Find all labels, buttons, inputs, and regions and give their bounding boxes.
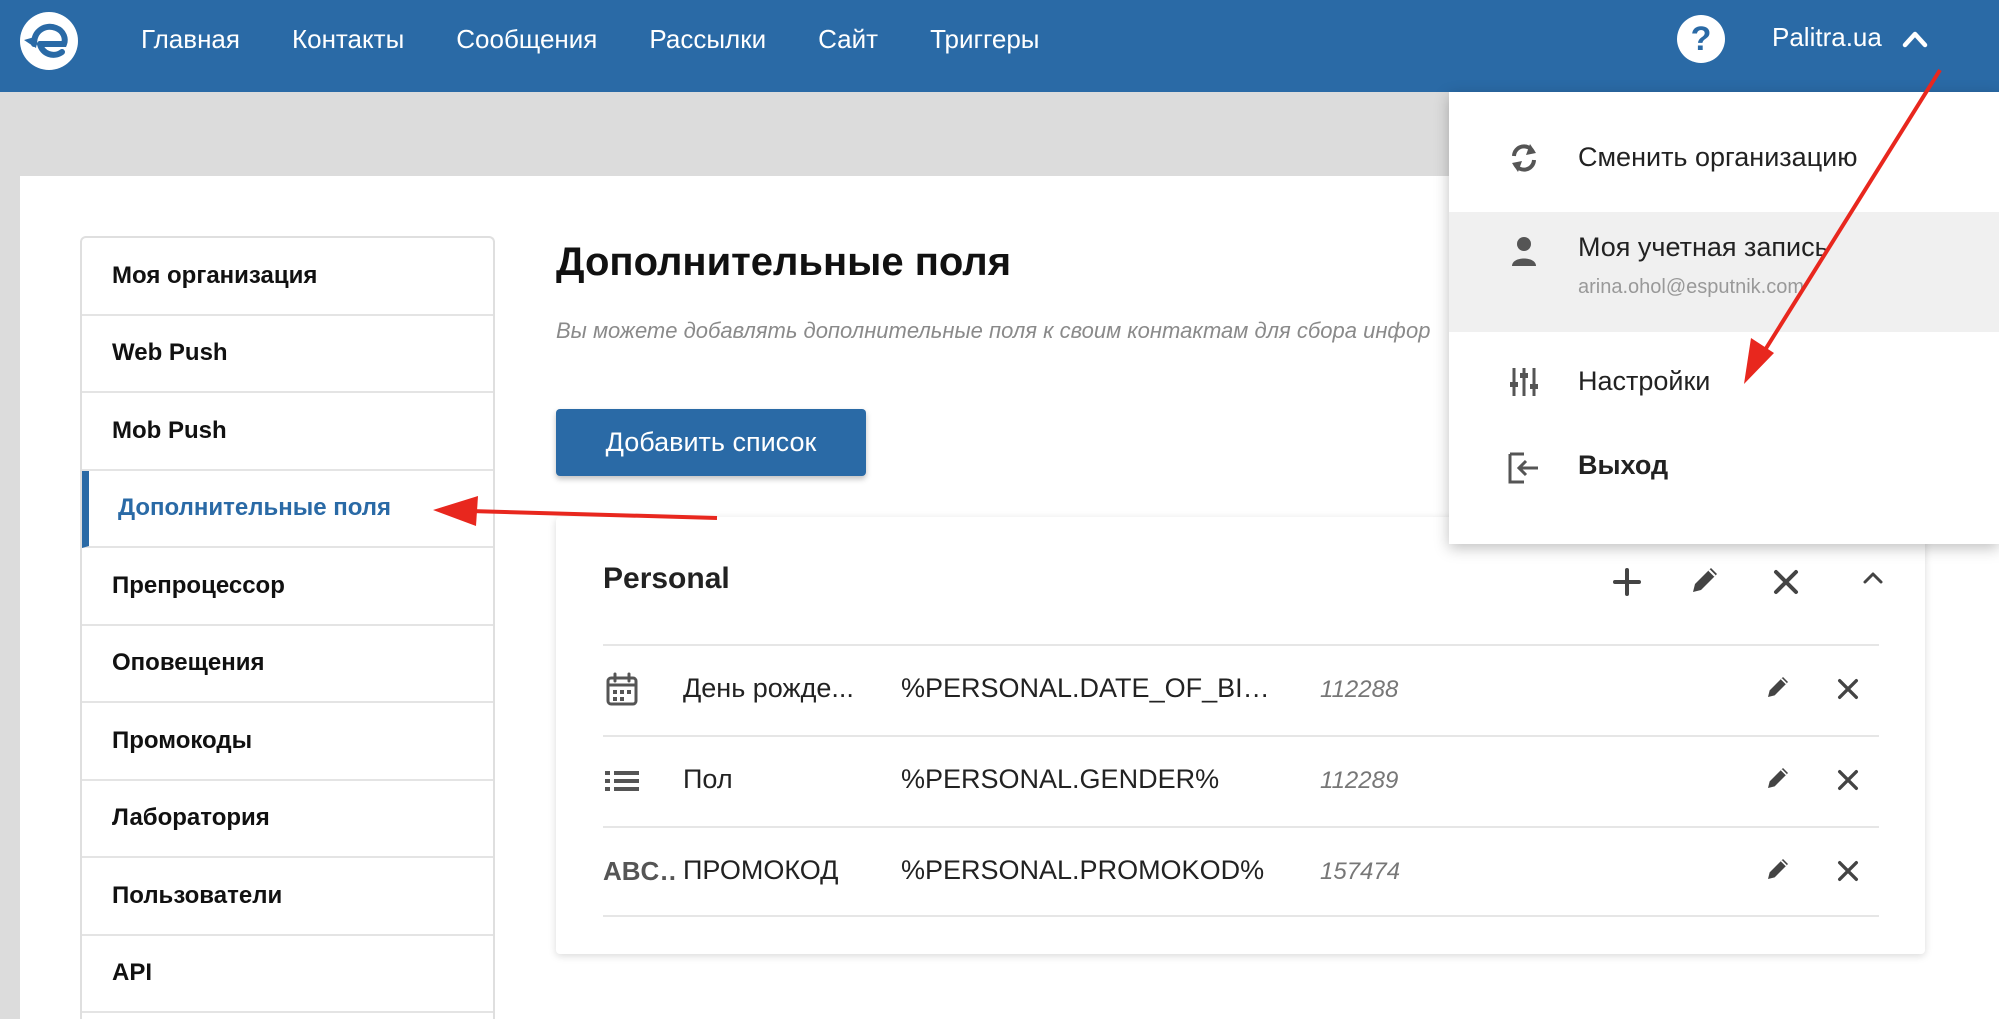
close-icon[interactable] — [1833, 856, 1863, 886]
list-icon — [605, 771, 639, 791]
field-group-panel: Personal День рожде... %PERSONAL.DATE_OF… — [556, 517, 1925, 954]
menu-item-switch-organization[interactable]: Сменить организацию — [1449, 112, 1999, 204]
field-name: День рожде... — [683, 673, 854, 703]
sliders-icon — [1510, 368, 1538, 396]
pencil-icon[interactable] — [1763, 763, 1793, 793]
sidebar-item-laboratory[interactable]: Лаборатория — [82, 781, 493, 858]
nav-contacts[interactable]: Контакты — [292, 24, 404, 55]
menu-item-label: Моя учетная запись — [1578, 232, 1829, 262]
field-row: Пол %PERSONAL.GENDER% 112289 — [603, 735, 1879, 826]
menu-item-settings[interactable]: Настройки — [1449, 342, 1999, 424]
user-icon — [1512, 237, 1536, 266]
nav-messages[interactable]: Сообщения — [456, 24, 597, 55]
sidebar-item-additional-fields[interactable]: Дополнительные поля — [82, 470, 493, 548]
page-title: Дополнительные поля — [556, 240, 1012, 284]
main-nav: Главная Контакты Сообщения Рассылки Сайт… — [141, 0, 1039, 78]
menu-item-label: Настройки — [1578, 366, 1711, 396]
sidebar-item-users[interactable]: Пользователи — [82, 858, 493, 936]
page-description: Вы можете добавлять дополнительные поля … — [556, 318, 1431, 343]
field-id: 112288 — [1320, 676, 1399, 703]
sidebar-item-preprocessor[interactable]: Препроцессор — [82, 548, 493, 626]
menu-item-logout[interactable]: Выход — [1449, 424, 1999, 510]
help-icon[interactable]: ? — [1677, 15, 1725, 63]
pencil-icon[interactable] — [1687, 562, 1723, 598]
pencil-icon[interactable] — [1763, 672, 1793, 702]
logout-icon — [1508, 452, 1538, 484]
account-dropdown-menu: Сменить организацию Моя учетная запись a… — [1449, 92, 1999, 544]
nav-campaigns[interactable]: Рассылки — [649, 24, 766, 55]
nav-site[interactable]: Сайт — [818, 24, 878, 55]
plus-icon[interactable] — [1609, 564, 1645, 600]
top-navigation-bar: Главная Контакты Сообщения Рассылки Сайт… — [0, 0, 1999, 92]
chevron-up-icon[interactable] — [1855, 560, 1891, 596]
close-icon[interactable] — [1768, 564, 1804, 600]
field-variable: %PERSONAL.PROMOKOD% — [901, 855, 1265, 885]
field-id: 112289 — [1320, 767, 1399, 794]
menu-item-my-account[interactable]: Моя учетная запись arina.ohol@esputnik.c… — [1449, 212, 1999, 332]
field-id: 157474 — [1320, 858, 1401, 885]
field-name: Пол — [683, 764, 733, 794]
chevron-up-icon[interactable] — [1900, 26, 1930, 52]
sidebar-item-mob-push[interactable]: Mob Push — [82, 393, 493, 471]
field-variable: %PERSONAL.GENDER% — [901, 764, 1220, 794]
field-variable: %PERSONAL.DATE_OF_BIRT... — [901, 673, 1281, 703]
field-row: День рожде... %PERSONAL.DATE_OF_BIRT... … — [603, 644, 1879, 735]
close-icon[interactable] — [1833, 674, 1863, 704]
field-list: День рожде... %PERSONAL.DATE_OF_BIRT... … — [603, 644, 1879, 917]
add-list-button[interactable]: Добавить список — [556, 409, 866, 476]
sidebar-item-api[interactable]: API — [82, 936, 493, 1013]
pencil-icon[interactable] — [1763, 854, 1793, 884]
sidebar-item-notifications[interactable]: Оповещения — [82, 626, 493, 703]
account-email: arina.ohol@esputnik.com — [1578, 276, 1804, 298]
sidebar-item-promocodes[interactable]: Промокоды — [82, 703, 493, 781]
sidebar-item-my-organization[interactable]: Моя организация — [82, 238, 493, 316]
nav-triggers[interactable]: Триггеры — [930, 24, 1039, 55]
sidebar-item-web-push[interactable]: Web Push — [82, 316, 493, 393]
menu-item-label: Выход — [1578, 450, 1669, 480]
account-menu-toggle[interactable]: Palitra.ua — [1772, 22, 1882, 53]
settings-sidebar: Моя организация Web Push Mob Push Дополн… — [80, 236, 495, 1019]
field-row: ABC… ПРОМОКОД %PERSONAL.PROMOKOD% 157474 — [603, 826, 1879, 917]
field-name: ПРОМОКОД — [683, 855, 839, 885]
menu-item-label: Сменить организацию — [1578, 142, 1858, 172]
calendar-icon — [606, 672, 638, 706]
field-group-title: Personal — [603, 562, 730, 595]
refresh-icon — [1512, 144, 1536, 172]
text-type-icon: ABC… — [603, 856, 677, 886]
esputnik-logo[interactable] — [18, 10, 80, 72]
nav-home[interactable]: Главная — [141, 24, 240, 55]
close-icon[interactable] — [1833, 765, 1863, 795]
